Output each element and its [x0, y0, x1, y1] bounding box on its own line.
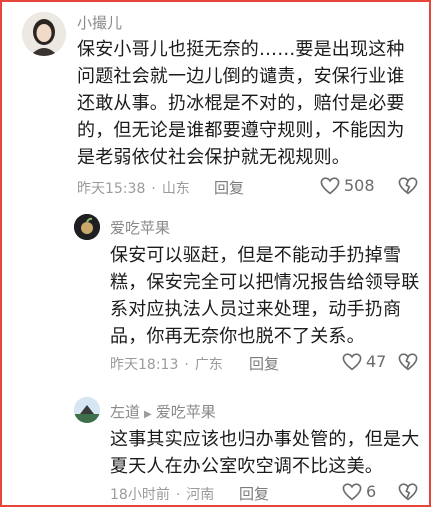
like-count: 6: [366, 482, 377, 501]
comment-line: 夏天人在办公室吹空调不比这美。: [110, 456, 383, 477]
like-count: 508: [344, 176, 375, 195]
like-count: 47: [366, 352, 387, 371]
like-button[interactable]: 47: [342, 352, 386, 371]
broken-heart-icon: [398, 353, 418, 371]
reply-button[interactable]: 回复: [214, 177, 244, 198]
comment-line: 保安小哥儿也挺无奈的……要是出现这种: [77, 39, 405, 60]
comment-time: 昨天15:38: [77, 181, 146, 197]
comment-line: 品，你再无奈你也脱不了关系。: [110, 326, 365, 347]
heart-icon: [342, 482, 362, 500]
heart-icon: [342, 352, 362, 370]
comment-author[interactable]: 爱吃苹果: [110, 217, 170, 238]
comment-location: 河南: [186, 487, 215, 503]
like-button[interactable]: 6: [342, 482, 376, 501]
broken-heart-icon: [398, 177, 418, 195]
reply-arrow-icon: ▶: [144, 409, 152, 420]
avatar[interactable]: [74, 397, 100, 423]
heart-icon: [320, 176, 340, 194]
comment-meta: 昨天15:38 · 山东: [77, 181, 190, 197]
reply-button[interactable]: 回复: [249, 353, 279, 374]
avatar[interactable]: [22, 12, 66, 56]
broken-heart-icon: [398, 483, 418, 501]
comment-line: 系对应执法人员过来处理，动手扔商: [110, 299, 402, 320]
comment-line: 保安可以驱赶，但是不能动手扔掉雪: [110, 245, 402, 266]
comment-location: 山东: [161, 181, 190, 197]
dislike-button[interactable]: [398, 353, 418, 375]
reply-button[interactable]: 回复: [239, 483, 269, 504]
comment-line: 这事其实应该也归办事处管的，但是大: [110, 429, 420, 450]
comment-text: 保安可以驱赶，但是不能动手扔掉雪 糕，保安完全可以把情况报告给领导联 系对应执法…: [110, 242, 425, 350]
comment-meta: 18小时前 · 河南: [110, 487, 215, 503]
comment-text: 这事其实应该也归办事处管的，但是大 夏天人在办公室吹空调不比这美。: [110, 426, 425, 480]
comment-time: 昨天18:13: [110, 357, 179, 373]
dislike-button[interactable]: [398, 483, 418, 505]
comment-author[interactable]: 小撮儿: [77, 12, 122, 33]
reply-to-author[interactable]: 爱吃苹果: [156, 403, 216, 421]
comment-meta: 昨天18:13 · 广东: [110, 357, 223, 373]
comment-line: 的，但无论是谁都要遵守规则，不能因为: [77, 120, 405, 141]
dislike-button[interactable]: [398, 177, 418, 199]
comment-line: 糕，保安完全可以把情况报告给领导联: [110, 272, 420, 293]
like-button[interactable]: 508: [320, 176, 375, 195]
comment-line: 是老弱依仗社会保护就无视规则。: [77, 147, 350, 168]
comment-text: 保安小哥儿也挺无奈的……要是出现这种 问题社会就一边儿倒的谴责，安保行业谁 还敢…: [77, 36, 422, 171]
comment-panel: 小撮儿 保安小哥儿也挺无奈的……要是出现这种 问题社会就一边儿倒的谴责，安保行业…: [0, 0, 431, 507]
comment-author[interactable]: 左道: [110, 403, 140, 421]
avatar[interactable]: [74, 214, 100, 240]
comment-time: 18小时前: [110, 487, 170, 503]
comment-line: 还敢从事。扔冰棍是不对的，赔付是必要: [77, 93, 405, 114]
comment-line: 问题社会就一边儿倒的谴责，安保行业谁: [77, 66, 405, 87]
comment-location: 广东: [194, 357, 223, 373]
comment-author-line: 左道 ▶ 爱吃苹果: [110, 401, 216, 422]
